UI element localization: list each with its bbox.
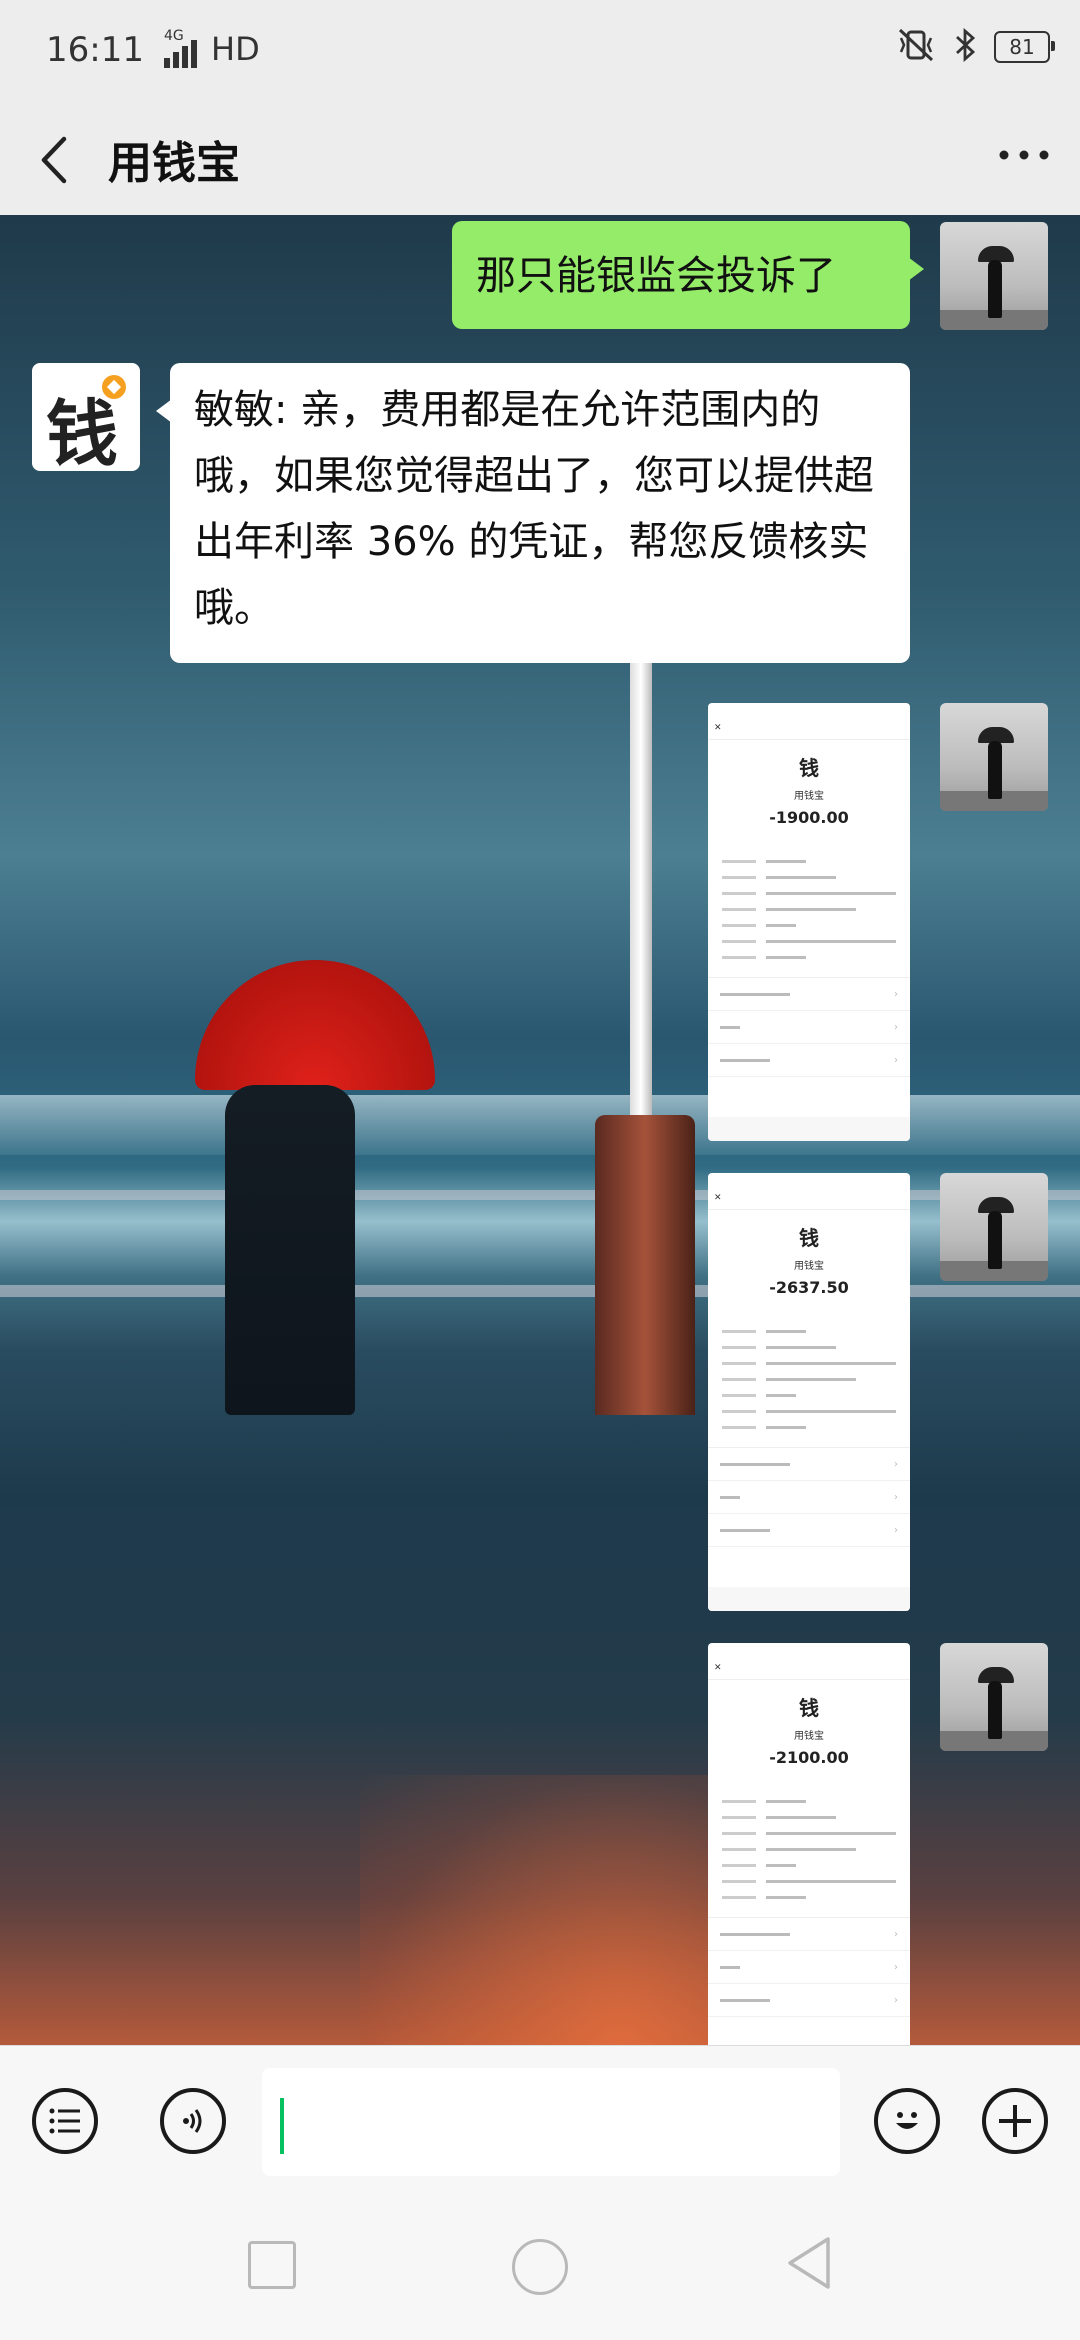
list-icon	[49, 2108, 80, 2134]
receipt-logo: 钱	[799, 1696, 819, 1720]
vibrate-mute-icon	[896, 28, 936, 66]
back-button[interactable]	[36, 135, 76, 185]
receipt-amount: -2637.50	[769, 1278, 849, 1297]
bot-avatar-badge	[102, 375, 126, 399]
system-nav-bar	[0, 2195, 1080, 2340]
status-icons: 81	[896, 27, 1055, 66]
receipt-image[interactable]: ✕ 钱 用钱宝 -2637.50 › › ›	[708, 1173, 910, 1611]
hd-label: HD	[211, 30, 260, 68]
text-caret	[280, 2098, 284, 2154]
triangle-back-icon	[788, 2237, 830, 2289]
bluetooth-icon	[954, 27, 976, 66]
home-button[interactable]	[512, 2239, 568, 2295]
receipt-merchant: 用钱宝	[794, 791, 824, 802]
message-text: 敏敏: 亲，费用都是在允许范围内的哦，如果您觉得超出了，您可以提供超出年利率 3…	[194, 387, 874, 631]
network-indicator: 4G HD	[162, 28, 260, 68]
receipt-image[interactable]: ✕ 钱 用钱宝 -1900.00 › › ›	[708, 703, 910, 1141]
battery-indicator: 81	[994, 31, 1055, 63]
chat-header: 用钱宝	[0, 105, 1080, 216]
receipt-logo: 钱	[799, 756, 819, 780]
close-icon: ✕	[708, 1191, 910, 1210]
close-icon: ✕	[708, 721, 910, 740]
message-bubble-incoming[interactable]: 敏敏: 亲，费用都是在允许范围内的哦，如果您觉得超出了，您可以提供超出年利率 3…	[156, 363, 910, 663]
bot-avatar[interactable]: 钱	[32, 363, 140, 476]
receipt-image[interactable]: ✕ 钱 用钱宝 -2100.00 › › ›	[708, 1643, 910, 2045]
battery-level: 81	[1009, 35, 1035, 59]
more-button[interactable]	[998, 131, 1050, 187]
close-icon: ✕	[708, 1661, 910, 1680]
voice-icon	[183, 2109, 202, 2133]
my-avatar[interactable]	[940, 222, 1048, 330]
menu-button[interactable]	[32, 2088, 98, 2154]
network-type: 4G	[164, 28, 184, 44]
status-time: 16:11	[46, 30, 144, 70]
my-avatar[interactable]	[940, 703, 1048, 811]
message-input[interactable]	[262, 2068, 840, 2176]
chevron-left-icon	[41, 136, 67, 184]
voice-button[interactable]	[160, 2088, 226, 2154]
emoji-button[interactable]	[874, 2088, 940, 2154]
receipt-merchant: 用钱宝	[794, 1261, 824, 1272]
plus-icon	[999, 2105, 1031, 2137]
receipt-amount: -2100.00	[769, 1748, 849, 1767]
receipt-logo: 钱	[799, 1226, 819, 1250]
my-avatar[interactable]	[940, 1173, 1048, 1281]
add-button[interactable]	[982, 2088, 1048, 2154]
message-bubble-outgoing[interactable]: 那只能银监会投诉了	[452, 221, 924, 329]
chat-input-bar	[0, 2045, 1080, 2196]
receipt-merchant: 用钱宝	[794, 1731, 824, 1742]
more-dots-icon	[999, 150, 1049, 160]
recent-apps-button[interactable]	[248, 2241, 296, 2289]
emoji-icon	[896, 2112, 918, 2129]
my-avatar[interactable]	[940, 1643, 1048, 1751]
receipt-amount: -1900.00	[769, 808, 849, 827]
message-text: 那只能银监会投诉了	[476, 253, 836, 299]
status-bar: 16:11 4G HD 81	[0, 0, 1080, 105]
chat-area[interactable]: 那只能银监会投诉了 钱 敏敏: 亲，费用都是在允许范围内的哦，如果您觉得超出了，…	[0, 215, 1080, 2045]
chat-title: 用钱宝	[108, 138, 240, 189]
